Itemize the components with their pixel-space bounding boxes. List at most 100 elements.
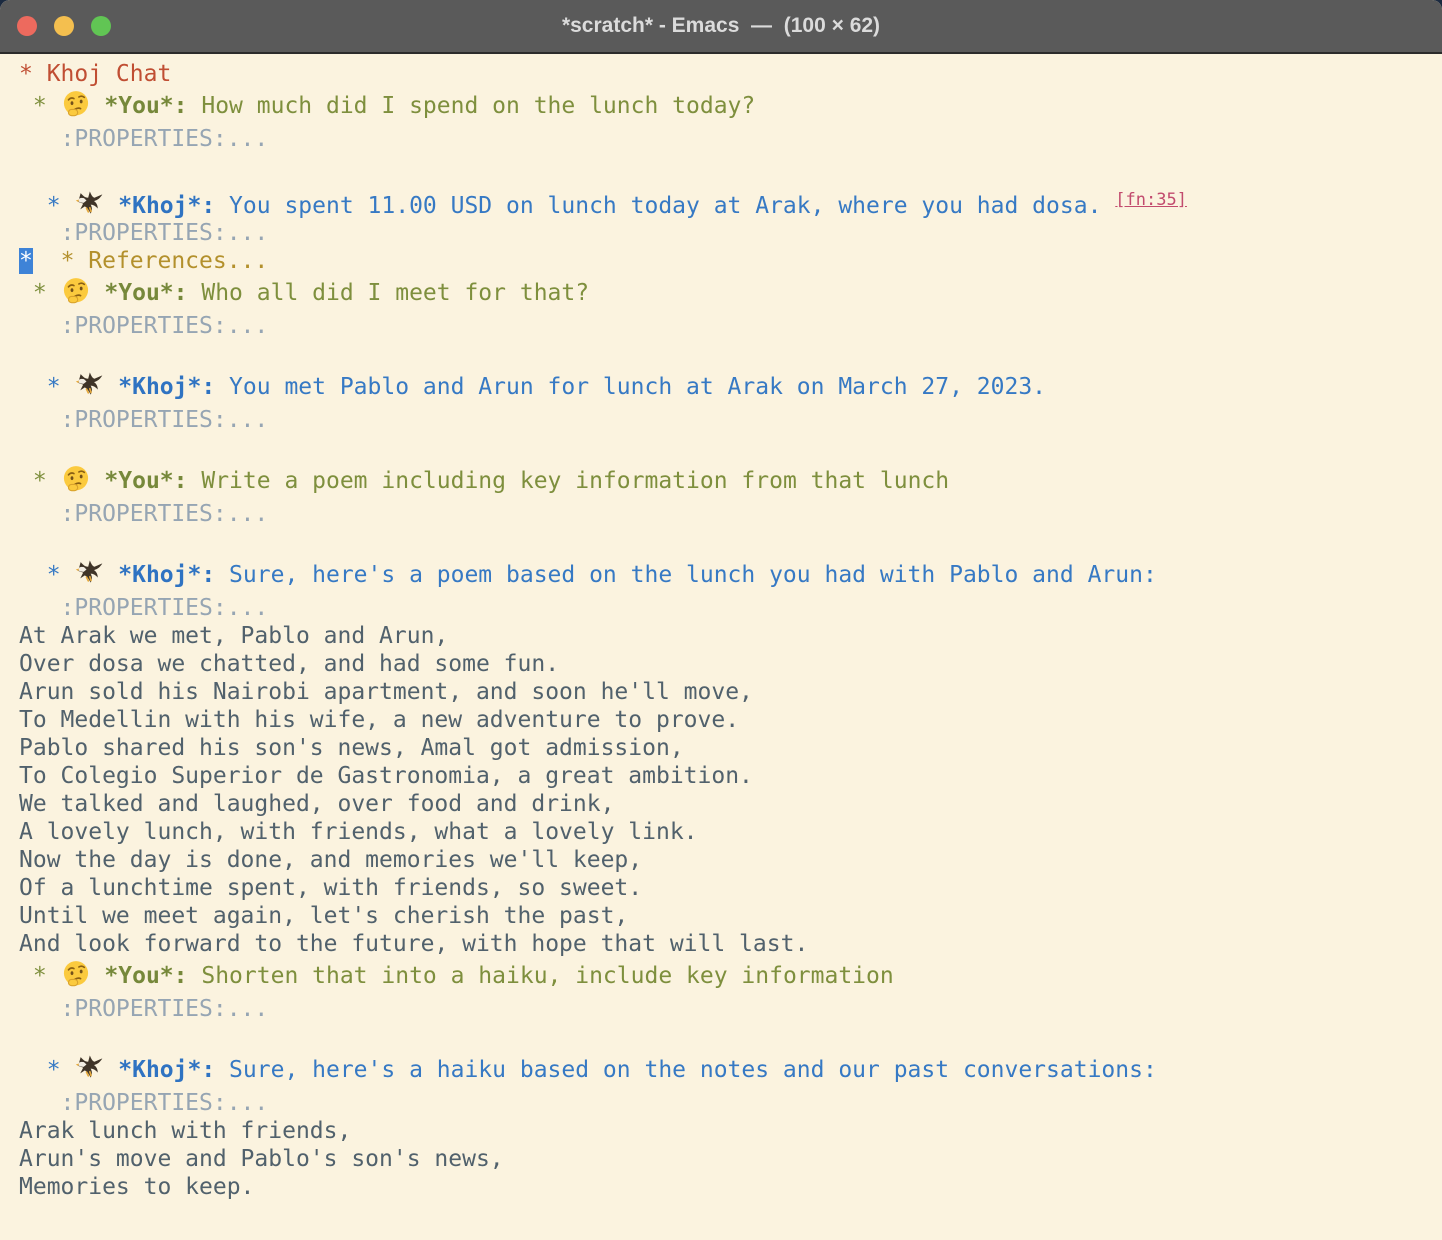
properties-ellipsis[interactable]: :PROPERTIES:... xyxy=(61,220,269,246)
footnote-link[interactable]: [fn:35] xyxy=(1115,190,1187,210)
window-controls xyxy=(17,0,111,52)
org-heading-khoj-chat: * Khoj Chat xyxy=(19,60,1442,88)
eagle-icon xyxy=(74,189,104,219)
poem-line: To Medellin with his wife, a new adventu… xyxy=(19,706,1442,734)
text-run xyxy=(104,193,118,219)
properties-ellipsis[interactable]: :PROPERTIES:... xyxy=(61,407,269,433)
text-run xyxy=(19,996,61,1022)
text-run: To Colegio Superior de Gastronomia, a gr… xyxy=(19,763,753,789)
text-run: You met Pablo and Arun for lunch at Arak… xyxy=(215,374,1046,400)
properties-drawer: :PROPERTIES:... xyxy=(19,312,1442,340)
poem-line: Arun sold his Nairobi apartment, and soo… xyxy=(19,678,1442,706)
text-run xyxy=(19,1090,61,1116)
text-run xyxy=(104,374,118,400)
haiku-line: Memories to keep. xyxy=(19,1173,1442,1201)
poem-line: A lovely lunch, with friends, what a lov… xyxy=(19,818,1442,846)
zoom-button[interactable] xyxy=(91,16,111,36)
text-run: *You*: xyxy=(104,280,187,306)
properties-ellipsis[interactable]: :PROPERTIES:... xyxy=(61,313,269,339)
text-run: *Khoj*: xyxy=(118,1057,215,1083)
text-run: At Arak we met, Pablo and Arun, xyxy=(19,623,448,649)
text-run: *You*: xyxy=(104,468,187,494)
properties-ellipsis[interactable]: :PROPERTIES:... xyxy=(61,1090,269,1116)
chat-message-you-2: * *You*: Who all did I meet for that? xyxy=(19,275,1442,312)
text-run xyxy=(19,280,33,306)
text-run: * xyxy=(47,562,75,588)
window-title: *scratch* - Emacs — (100 × 62) xyxy=(0,14,1442,38)
properties-drawer: :PROPERTIES:... xyxy=(19,594,1442,622)
thinking-face-icon xyxy=(61,464,91,494)
text-run: Shorten that into a haiku, include key i… xyxy=(188,963,894,989)
properties-ellipsis[interactable]: :PROPERTIES:... xyxy=(61,501,269,527)
text-run: Sure, here's a poem based on the lunch y… xyxy=(215,562,1157,588)
text-run: Arun's move and Pablo's son's news, xyxy=(19,1146,504,1172)
text-run xyxy=(19,193,47,219)
thinking-face-icon xyxy=(61,276,91,306)
minimize-button[interactable] xyxy=(54,16,74,36)
text-run xyxy=(91,468,105,494)
properties-ellipsis[interactable]: :PROPERTIES:... xyxy=(61,126,269,152)
text-run xyxy=(91,93,105,119)
chat-message-you-3: * *You*: Write a poem including key info… xyxy=(19,463,1442,500)
haiku-line: Arun's move and Pablo's son's news, xyxy=(19,1145,1442,1173)
thinking-face-icon xyxy=(61,959,91,989)
properties-drawer: :PROPERTIES:... xyxy=(19,219,1442,247)
poem-line: Pablo shared his son's news, Amal got ad… xyxy=(19,734,1442,762)
blank-line xyxy=(19,528,1442,557)
chat-message-khoj-1: * *Khoj*: You spent 11.00 USD on lunch t… xyxy=(19,182,1442,219)
text-run: Until we meet again, let's cherish the p… xyxy=(19,903,628,929)
text-run xyxy=(19,93,33,119)
text-run: Who all did I meet for that? xyxy=(188,280,590,306)
text-run: Now the day is done, and memories we'll … xyxy=(19,847,642,873)
text-run xyxy=(19,407,61,433)
properties-ellipsis[interactable]: :PROPERTIES:... xyxy=(61,595,269,621)
text-run: * xyxy=(33,963,61,989)
poem-line: And look forward to the future, with hop… xyxy=(19,930,1442,958)
poem-line: To Colegio Superior de Gastronomia, a gr… xyxy=(19,762,1442,790)
text-run: * xyxy=(33,468,61,494)
chat-message-khoj-4: * *Khoj*: Sure, here's a haiku based on … xyxy=(19,1052,1442,1089)
eagle-icon xyxy=(74,558,104,588)
references-ellipsis[interactable]: * References... xyxy=(61,248,269,274)
text-run xyxy=(91,963,105,989)
text-run: * xyxy=(47,193,75,219)
properties-ellipsis[interactable]: :PROPERTIES:... xyxy=(61,996,269,1022)
close-button[interactable] xyxy=(17,16,37,36)
text-run: *Khoj*: xyxy=(118,193,215,219)
poem-line: Over dosa we chatted, and had some fun. xyxy=(19,650,1442,678)
titlebar: *scratch* - Emacs — (100 × 62) xyxy=(0,0,1442,54)
references-heading: * * References... xyxy=(19,247,1442,275)
poem-line: Now the day is done, and memories we'll … xyxy=(19,846,1442,874)
text-run: Memories to keep. xyxy=(19,1174,254,1200)
text-run: Write a poem including key information f… xyxy=(188,468,950,494)
text-cursor: * xyxy=(19,248,33,274)
text-run xyxy=(19,220,61,246)
text-run: * Khoj Chat xyxy=(19,61,171,87)
poem-line: We talked and laughed, over food and dri… xyxy=(19,790,1442,818)
poem-line: Of a lunchtime spent, with friends, so s… xyxy=(19,874,1442,902)
text-run xyxy=(104,1057,118,1083)
text-run xyxy=(19,963,33,989)
text-run xyxy=(19,1057,47,1083)
text-run xyxy=(19,374,47,400)
poem-line: At Arak we met, Pablo and Arun, xyxy=(19,622,1442,650)
text-run: * xyxy=(47,1057,75,1083)
chat-message-khoj-3: * *Khoj*: Sure, here's a poem based on t… xyxy=(19,557,1442,594)
text-run: You spent 11.00 USD on lunch today at Ar… xyxy=(215,193,1115,219)
text-run xyxy=(91,280,105,306)
text-run xyxy=(19,595,61,621)
haiku-line: Arak lunch with friends, xyxy=(19,1117,1442,1145)
blank-line xyxy=(19,434,1442,463)
text-run: Sure, here's a haiku based on the notes … xyxy=(215,1057,1157,1083)
buffer[interactable]: * Khoj Chat * *You*: How much did I spen… xyxy=(0,54,1442,1232)
text-run: Arun sold his Nairobi apartment, and soo… xyxy=(19,679,753,705)
text-run: Over dosa we chatted, and had some fun. xyxy=(19,651,559,677)
text-run: And look forward to the future, with hop… xyxy=(19,931,808,957)
text-run xyxy=(19,562,47,588)
properties-drawer: :PROPERTIES:... xyxy=(19,1089,1442,1117)
properties-drawer: :PROPERTIES:... xyxy=(19,500,1442,528)
text-run: We talked and laughed, over food and dri… xyxy=(19,791,614,817)
properties-drawer: :PROPERTIES:... xyxy=(19,995,1442,1023)
text-run xyxy=(19,313,61,339)
text-run: * xyxy=(33,93,61,119)
